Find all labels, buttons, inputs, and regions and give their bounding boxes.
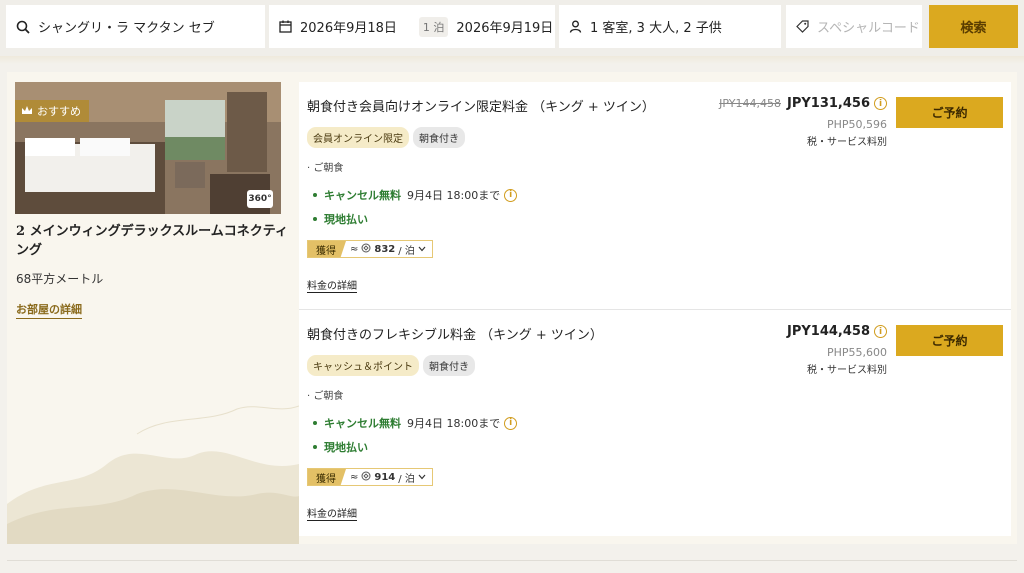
rate-details-link[interactable]: 料金の詳細 xyxy=(307,277,357,293)
php-price: PHP50,596 xyxy=(826,118,887,131)
date-field[interactable]: 2026年9月18日 1 泊 2026年9月19日 xyxy=(269,5,555,48)
search-icon xyxy=(16,20,30,34)
nights-badge: 1 泊 xyxy=(418,16,449,37)
tax-note: 税・サービス料別 xyxy=(807,137,887,148)
view-360-icon[interactable]: 360° xyxy=(247,190,273,208)
guests-field[interactable]: 1 客室, 3 大人, 2 子供 xyxy=(559,5,781,48)
crown-icon xyxy=(21,105,33,118)
breakfast-info: · ご朝食 xyxy=(307,163,344,174)
cancellation-policy: キャンセル無料 9月4日 18:00まで i xyxy=(313,415,518,431)
pay-at-hotel: 現地払い xyxy=(313,439,368,455)
pay-label: 現地払い xyxy=(324,441,368,454)
earn-value: ≈ 832 / 泊 xyxy=(346,242,432,257)
free-cancel-label: キャンセル無料 xyxy=(324,189,401,202)
earn-points: 832 xyxy=(374,243,396,255)
earn-label: 獲得 xyxy=(308,469,346,485)
info-icon[interactable]: i xyxy=(504,416,518,430)
breakfast-info: · ご朝食 xyxy=(307,391,344,402)
tag-icon xyxy=(796,20,809,33)
points-icon xyxy=(361,243,371,256)
info-icon[interactable]: i xyxy=(874,325,887,338)
room-name: 2 メインウィングデラックスルームコネクティング xyxy=(16,224,289,258)
room-photo[interactable]: おすすめ 360° xyxy=(15,82,281,214)
rate-details-link[interactable]: 料金の詳細 xyxy=(307,505,357,521)
free-cancel-label: キャンセル無料 xyxy=(324,417,401,430)
room-card: おすすめ 360° 2 メインウィングデラックスルームコネクティング 68平方メ… xyxy=(7,72,1017,544)
price-value: JPY131,456 xyxy=(787,96,870,111)
info-icon[interactable]: i xyxy=(874,97,887,110)
bullet xyxy=(313,421,317,425)
rate-tags: キャッシュ＆ポイント 朝食付き xyxy=(307,355,475,376)
search-button[interactable]: 検索 xyxy=(929,5,1018,48)
approx-sign: ≈ xyxy=(350,471,359,483)
rate-tags: 会員オンライン限定 朝食付き xyxy=(307,127,465,148)
chevron-down-icon xyxy=(418,244,426,255)
guests-summary: 1 客室, 3 大人, 2 子供 xyxy=(590,21,722,36)
rate-tag: キャッシュ＆ポイント xyxy=(307,355,419,376)
earn-points: 914 xyxy=(374,471,396,483)
rate-row: 朝食付きのフレキシブル料金 （キング + ツイン） キャッシュ＆ポイント 朝食付… xyxy=(299,309,1011,536)
recommended-label: おすすめ xyxy=(37,105,81,118)
points-earn-dropdown[interactable]: 獲得 ≈ 832 / 泊 xyxy=(307,240,433,258)
price-block: JPY144,458 i PHP55,600 税・サービス料別 xyxy=(787,324,887,376)
tax-note: 税・サービス料別 xyxy=(807,365,887,376)
checkout-date: 2026年9月19日 xyxy=(456,21,554,36)
bullet xyxy=(313,217,317,221)
earn-unit: / 泊 xyxy=(398,245,415,257)
original-price: JPY144,458 xyxy=(719,97,781,110)
price-value: JPY144,458 xyxy=(787,324,870,339)
rate-list: 朝食付き会員向けオンライン限定料金 （キング + ツイン） 会員オンライン限定 … xyxy=(299,82,1011,536)
bullet xyxy=(313,445,317,449)
member-price: JPY131,456 i xyxy=(787,96,887,111)
room-size: 68平方メートル xyxy=(16,272,104,286)
pay-label: 現地払い xyxy=(324,213,368,226)
cancel-deadline: 9月4日 18:00まで xyxy=(407,189,501,202)
divider xyxy=(7,560,1017,561)
room-details-link[interactable]: お部屋の詳細 xyxy=(16,301,82,319)
points-icon xyxy=(361,471,371,484)
approx-sign: ≈ xyxy=(350,243,359,255)
checkin-date: 2026年9月18日 xyxy=(300,21,397,36)
rate-tag: 朝食付き xyxy=(413,127,465,148)
mountain-decoration xyxy=(7,405,299,544)
flexible-price: JPY144,458 i xyxy=(787,324,887,339)
search-bar: シャングリ・ラ マクタン セブ 2026年9月18日 1 泊 2026年9月19… xyxy=(0,0,1024,58)
points-earn-dropdown[interactable]: 獲得 ≈ 914 / 泊 xyxy=(307,468,433,486)
room-summary: おすすめ 360° 2 メインウィングデラックスルームコネクティング 68平方メ… xyxy=(7,72,299,544)
rate-tag: 会員オンライン限定 xyxy=(307,127,409,148)
book-button[interactable]: ご予約 xyxy=(896,325,1003,356)
info-icon[interactable]: i xyxy=(504,188,518,202)
calendar-icon xyxy=(279,20,292,33)
bullet xyxy=(313,193,317,197)
hotel-field[interactable]: シャングリ・ラ マクタン セブ xyxy=(6,5,265,48)
earn-label: 獲得 xyxy=(308,241,346,257)
special-code-placeholder: スペシャルコード xyxy=(817,21,920,36)
rate-tag: 朝食付き xyxy=(423,355,475,376)
pay-at-hotel: 現地払い xyxy=(313,211,368,227)
hotel-name: シャングリ・ラ マクタン セブ xyxy=(38,21,215,36)
earn-unit: / 泊 xyxy=(398,473,415,485)
chevron-down-icon xyxy=(418,472,426,483)
rate-title: 朝食付きのフレキシブル料金 （キング + ツイン） xyxy=(307,328,603,343)
php-price: PHP55,600 xyxy=(826,346,887,359)
person-icon xyxy=(569,20,582,33)
special-code-input[interactable]: スペシャルコード xyxy=(786,5,922,48)
cancellation-policy: キャンセル無料 9月4日 18:00まで i xyxy=(313,187,518,203)
cancel-deadline: 9月4日 18:00まで xyxy=(407,417,501,430)
decorative-strip xyxy=(0,56,1024,64)
earn-value: ≈ 914 / 泊 xyxy=(346,470,432,485)
book-button[interactable]: ご予約 xyxy=(896,97,1003,128)
rate-row: 朝食付き会員向けオンライン限定料金 （キング + ツイン） 会員オンライン限定 … xyxy=(299,82,1011,309)
recommended-badge: おすすめ xyxy=(15,100,89,122)
rate-title: 朝食付き会員向けオンライン限定料金 （キング + ツイン） xyxy=(307,100,655,115)
price-block: JPY144,458 JPY131,456 i PHP50,596 税・サービス… xyxy=(719,96,887,148)
